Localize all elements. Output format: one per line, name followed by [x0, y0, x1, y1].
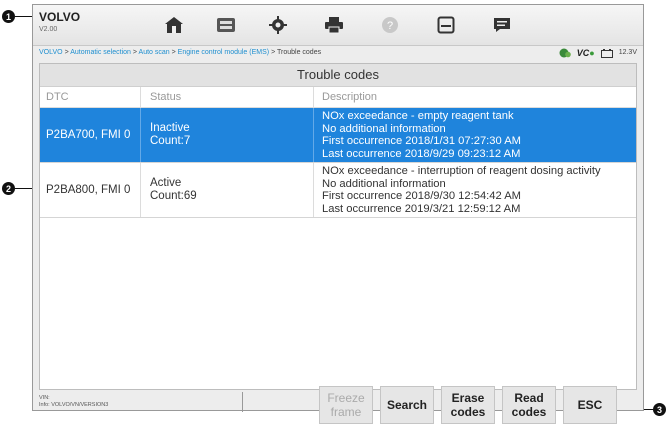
- callout-marker-1: 1: [2, 10, 15, 23]
- callout-line-1: [15, 16, 32, 17]
- erase-codes-label-line2: codes: [450, 405, 486, 419]
- diagnostic-screen: VOLVO V2.00 ? VOLVO > Automatic selectio…: [32, 4, 644, 424]
- brand-name: VOLVO: [39, 10, 81, 24]
- occurrence-count: Count:7: [150, 135, 191, 147]
- description-line: NOx exceedance - interruption of reagent…: [322, 165, 601, 177]
- table-header: DTC Status Description: [40, 87, 636, 108]
- column-header-description: Description: [313, 87, 636, 107]
- trouble-codes-panel: Trouble codes DTC Status Description P2B…: [39, 63, 637, 390]
- read-codes-button[interactable]: Read codes: [502, 386, 556, 424]
- read-codes-label-line1: Read: [514, 391, 544, 405]
- status-text: Inactive: [150, 122, 190, 134]
- freeze-frame-button[interactable]: Freeze frame: [319, 386, 373, 424]
- battery-voltage: 12.3V: [618, 49, 637, 56]
- search-label: Search: [386, 398, 428, 412]
- table-row[interactable]: P2BA800, FMI 0 Active Count:69 NOx excee…: [40, 163, 636, 218]
- description-line: First occurrence 2018/9/30 12:54:42 AM: [322, 190, 522, 202]
- callout-marker-2: 2: [2, 182, 15, 195]
- description-line: NOx exceedance - empty reagent tank: [322, 110, 514, 122]
- dtc-description: NOx exceedance - empty reagent tank No a…: [313, 108, 636, 162]
- battery-icon: [600, 48, 613, 58]
- breadcrumb-item-automatic-selection[interactable]: Automatic selection: [70, 49, 131, 56]
- search-button[interactable]: Search: [380, 386, 434, 424]
- printer-icon: [325, 17, 343, 34]
- vehicle-brand: VOLVO V2.00: [39, 10, 80, 33]
- message-icon: [494, 18, 510, 32]
- breadcrumb-item-brand[interactable]: VOLVO: [39, 49, 63, 56]
- vehicle-info: VIN: Info: VOLVO/VN/VERSION3: [33, 392, 243, 412]
- description-line: First occurrence 2018/1/31 07:27:30 AM: [322, 135, 522, 147]
- callout-marker-3: 3: [653, 403, 666, 416]
- vehicle-info-text: Info: VOLVO/VN/VERSION3: [39, 402, 109, 408]
- breadcrumb-separator: >: [271, 49, 276, 56]
- callout-line-3: [644, 409, 653, 410]
- breadcrumb-separator: >: [171, 49, 176, 56]
- occurrence-count: Count:69: [150, 190, 197, 202]
- breadcrumb-separator: >: [132, 49, 137, 56]
- software-version: V2.00: [39, 26, 58, 33]
- function-bar: VIN: Info: VOLVO/VN/VERSION3 Freeze frame…: [33, 386, 643, 424]
- table-row[interactable]: P2BA700, FMI 0 Inactive Count:7 NOx exce…: [40, 108, 636, 163]
- freeze-frame-label-line1: Freeze: [327, 391, 365, 405]
- dtc-description: NOx exceedance - interruption of reagent…: [313, 163, 636, 217]
- panel-title: Trouble codes: [40, 64, 636, 87]
- message-button[interactable]: [479, 10, 525, 40]
- status-text: Active: [150, 177, 182, 189]
- help-icon: ?: [382, 17, 398, 33]
- settings-button[interactable]: [255, 10, 301, 40]
- column-header-status: Status: [140, 87, 313, 107]
- erase-codes-label-line1: Erase: [451, 391, 485, 405]
- vci-label: VC: [576, 48, 590, 58]
- vehicle-swap-icon: [217, 18, 235, 32]
- description-line: No additional information: [322, 177, 446, 190]
- vci-status: VC●: [577, 45, 595, 61]
- dtc-code: P2BA700, FMI 0: [46, 129, 131, 141]
- esc-label: ESC: [577, 398, 603, 412]
- svg-text:?: ?: [387, 20, 393, 32]
- erase-codes-button[interactable]: Erase codes: [441, 386, 495, 424]
- read-codes-label-line2: codes: [511, 405, 547, 419]
- breadcrumb-bar: VOLVO > Automatic selection > Auto scan …: [33, 45, 643, 61]
- dtc-status: Active Count:69: [140, 163, 313, 217]
- column-header-dtc: DTC: [46, 91, 69, 103]
- connection-icon: [559, 48, 571, 58]
- vin-label: VIN:: [39, 395, 50, 401]
- dtc-code: P2BA800, FMI 0: [46, 184, 131, 196]
- home-button[interactable]: [151, 10, 197, 40]
- status-indicators: VC● 12.3V: [559, 45, 637, 61]
- breadcrumb-item-auto-scan[interactable]: Auto scan: [139, 49, 170, 56]
- breadcrumb-item-module[interactable]: Engine control module (EMS): [178, 49, 269, 56]
- home-icon: [165, 17, 183, 33]
- vci-connected-icon: ●: [589, 48, 595, 58]
- save-button[interactable]: [423, 10, 469, 40]
- help-button[interactable]: ?: [367, 10, 413, 40]
- print-button[interactable]: [311, 10, 357, 40]
- breadcrumb-item-current: Trouble codes: [276, 49, 322, 56]
- esc-button[interactable]: ESC: [563, 386, 617, 424]
- save-icon: [437, 16, 455, 34]
- top-toolbar: VOLVO V2.00 ?: [33, 5, 643, 46]
- settings-icon: [269, 16, 287, 34]
- freeze-frame-label-line2: frame: [330, 405, 362, 419]
- breadcrumb: VOLVO > Automatic selection > Auto scan …: [39, 45, 321, 61]
- description-line: Last occurrence 2018/9/29 09:23:12 AM: [322, 147, 521, 160]
- breadcrumb-separator: >: [64, 49, 69, 56]
- dtc-status: Inactive Count:7: [140, 108, 313, 162]
- description-line: No additional information: [322, 122, 446, 135]
- vehicle-swap-button[interactable]: [203, 10, 249, 40]
- description-line: Last occurrence 2019/3/21 12:59:12 AM: [322, 202, 521, 215]
